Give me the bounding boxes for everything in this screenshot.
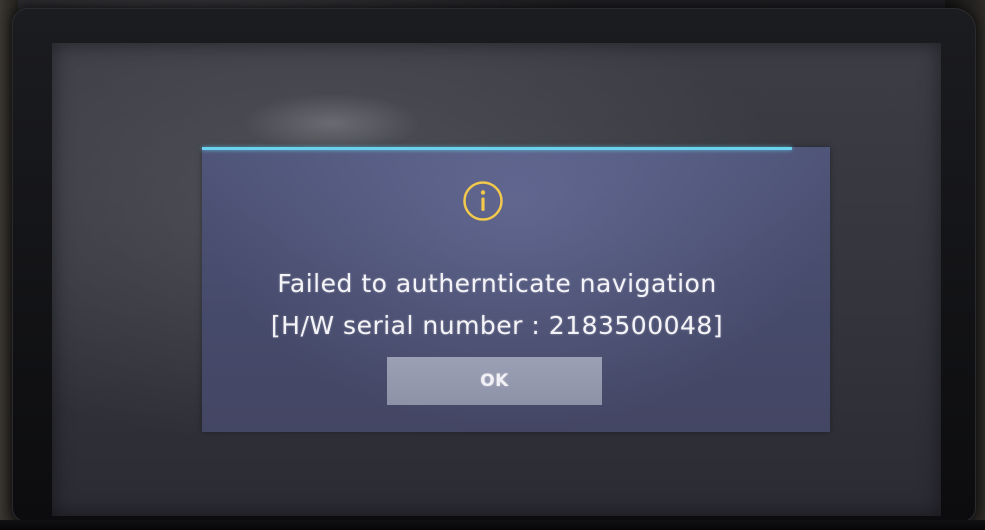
ok-button[interactable]: OK	[387, 357, 602, 405]
photo-scene: Failed to authernticate navigation [H/W …	[0, 0, 985, 530]
bezel-bottom-edge	[0, 520, 985, 530]
serial-number-line: [H/W serial number : 2183500048]	[270, 311, 724, 340]
error-message-line1: Failed to authernticate navigation	[277, 269, 717, 298]
head-unit-screen: Failed to authernticate navigation [H/W …	[52, 43, 941, 516]
error-dialog: Failed to authernticate navigation [H/W …	[202, 147, 830, 432]
screen-glare	[242, 93, 422, 153]
info-icon	[463, 181, 503, 221]
dialog-accent-line	[202, 147, 792, 150]
